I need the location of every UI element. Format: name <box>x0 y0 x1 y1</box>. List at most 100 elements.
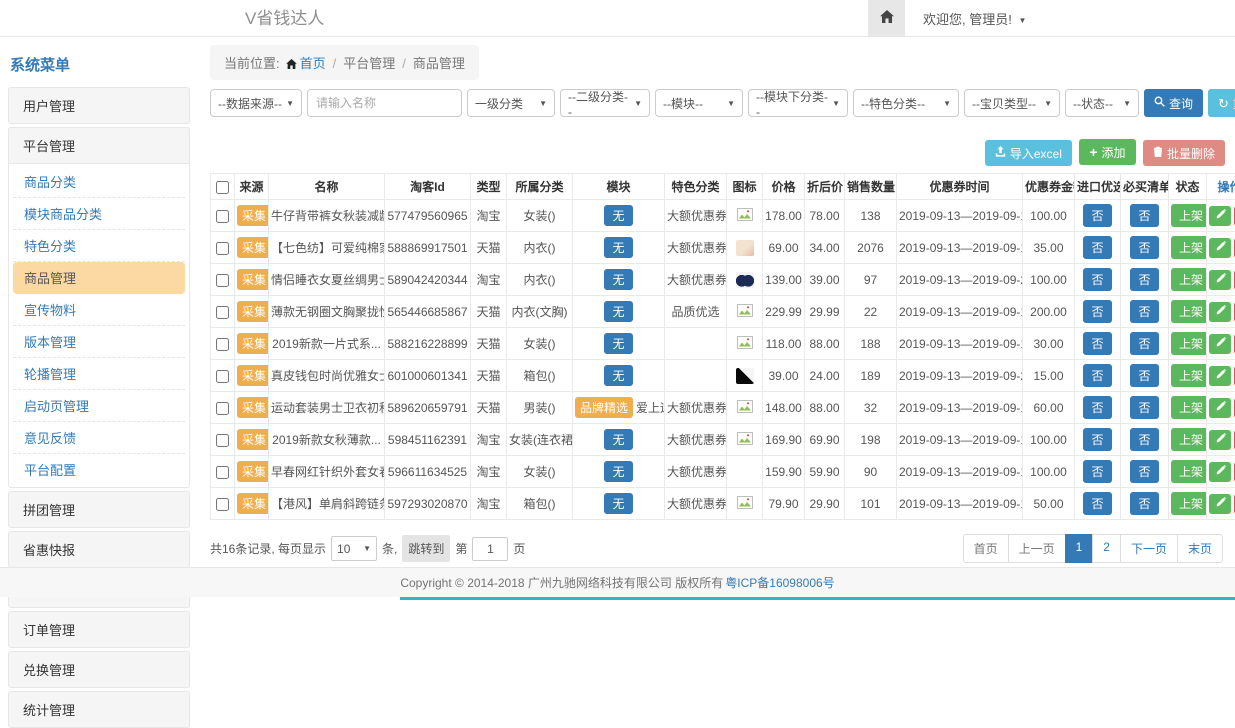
sidebar-item-splash-mgmt[interactable]: 启动页管理 <box>13 390 185 422</box>
must-buy-toggle[interactable]: 否 <box>1130 332 1158 355</box>
must-buy-toggle[interactable]: 否 <box>1130 428 1158 451</box>
status-toggle[interactable]: 上架 <box>1171 364 1207 387</box>
status-toggle[interactable]: 上架 <box>1171 428 1207 451</box>
edit-button[interactable] <box>1209 398 1231 418</box>
import-select-toggle[interactable]: 否 <box>1083 332 1111 355</box>
row-checkbox[interactable] <box>216 210 229 223</box>
import-select-toggle[interactable]: 否 <box>1083 364 1111 387</box>
sidebar-item-version-mgmt[interactable]: 版本管理 <box>13 326 185 358</box>
row-checkbox[interactable] <box>216 370 229 383</box>
row-checkbox[interactable] <box>216 274 229 287</box>
edit-button[interactable] <box>1209 366 1231 386</box>
module-badge: 无 <box>604 493 632 514</box>
page-button-page-2[interactable]: 2 <box>1092 534 1121 563</box>
sidebar-item-goods-mgmt[interactable]: 商品管理 <box>13 262 185 294</box>
sidebar-item-exchange-mgmt[interactable]: 兑换管理 <box>8 651 190 688</box>
icp-link[interactable]: 粤ICP备16098006号 <box>725 574 834 591</box>
page-button-first[interactable]: 首页 <box>963 534 1009 563</box>
sidebar-item-platform-mgmt[interactable]: 平台管理 <box>8 127 190 164</box>
reset-button[interactable]: ↻ 重置 <box>1208 89 1235 117</box>
status-toggle[interactable]: 上架 <box>1171 396 1207 419</box>
sidebar-item-stats-mgmt[interactable]: 统计管理 <box>8 691 190 728</box>
edit-button[interactable] <box>1209 206 1231 226</box>
edit-button[interactable] <box>1209 238 1231 258</box>
chevron-down-icon: ▼ <box>943 99 951 108</box>
sidebar-item-group-buy-mgmt[interactable]: 拼团管理 <box>8 491 190 528</box>
row-checkbox[interactable] <box>216 242 229 255</box>
edit-button[interactable] <box>1209 302 1231 322</box>
module-filter[interactable]: --模块--▼ <box>655 89 743 117</box>
data-source-filter[interactable]: --数据来源--▼ <box>210 89 302 117</box>
icon-cell <box>727 488 763 520</box>
must-buy-toggle[interactable]: 否 <box>1130 492 1158 515</box>
name-keyword-input[interactable] <box>307 89 462 117</box>
sidebar-item-module-goods-category[interactable]: 模块商品分类 <box>13 198 185 230</box>
source-cell: 采集 <box>235 328 269 360</box>
import-select-toggle[interactable]: 否 <box>1083 396 1111 419</box>
status-toggle[interactable]: 上架 <box>1171 268 1207 291</box>
import-select-toggle[interactable]: 否 <box>1083 428 1111 451</box>
edit-button[interactable] <box>1209 494 1231 514</box>
import-select-toggle[interactable]: 否 <box>1083 300 1111 323</box>
page-button-prev[interactable]: 上一页 <box>1008 534 1066 563</box>
sidebar-item-promo-materials[interactable]: 宣传物料 <box>13 294 185 326</box>
level2-category-filter[interactable]: --二级分类--▼ <box>560 89 650 117</box>
edit-button[interactable] <box>1209 270 1231 290</box>
status-toggle[interactable]: 上架 <box>1171 204 1207 227</box>
row-checkbox[interactable] <box>216 466 229 479</box>
user-menu[interactable]: 欢迎您, 管理员! ▼ <box>923 9 1026 28</box>
module-subcategory-filter[interactable]: --模块下分类--▼ <box>748 89 848 117</box>
import-select-toggle[interactable]: 否 <box>1083 492 1111 515</box>
sidebar-item-carousel-mgmt[interactable]: 轮播管理 <box>13 358 185 390</box>
edit-button[interactable] <box>1209 462 1231 482</box>
status-toggle[interactable]: 上架 <box>1171 492 1207 515</box>
edit-button[interactable] <box>1209 430 1231 450</box>
sidebar-item-feature-category[interactable]: 特色分类 <box>13 230 185 262</box>
import-excel-button[interactable]: 导入excel <box>985 140 1072 166</box>
search-button[interactable]: 查询 <box>1144 89 1203 117</box>
sidebar-item-feedback[interactable]: 意见反馈 <box>13 422 185 454</box>
row-checkbox[interactable] <box>216 434 229 447</box>
jump-button[interactable]: 跳转到 <box>402 535 450 562</box>
must-buy-toggle[interactable]: 否 <box>1130 364 1158 387</box>
breadcrumb-home-link[interactable]: 首页 <box>300 56 326 71</box>
level1-category-filter[interactable]: 一级分类▼ <box>467 89 555 117</box>
status-toggle[interactable]: 上架 <box>1171 236 1207 259</box>
import-select-toggle[interactable]: 否 <box>1083 268 1111 291</box>
row-checkbox[interactable] <box>216 498 229 511</box>
item-type-filter[interactable]: --宝贝类型--▼ <box>964 89 1060 117</box>
status-toggle[interactable]: 上架 <box>1171 332 1207 355</box>
select-all-checkbox[interactable] <box>216 181 229 194</box>
must-buy-toggle[interactable]: 否 <box>1130 268 1158 291</box>
sidebar-item-platform-config[interactable]: 平台配置 <box>13 454 185 485</box>
import-select-toggle[interactable]: 否 <box>1083 236 1111 259</box>
edit-button[interactable] <box>1209 334 1231 354</box>
must-buy-toggle[interactable]: 否 <box>1130 460 1158 483</box>
row-checkbox[interactable] <box>216 338 229 351</box>
must-buy-toggle[interactable]: 否 <box>1130 396 1158 419</box>
must-buy-toggle[interactable]: 否 <box>1130 300 1158 323</box>
sidebar-item-goods-category[interactable]: 商品分类 <box>13 166 185 198</box>
import-select-toggle[interactable]: 否 <box>1083 460 1111 483</box>
sidebar-item-user-mgmt[interactable]: 用户管理 <box>8 87 190 124</box>
batch-delete-button[interactable]: 批量删除 <box>1143 140 1225 166</box>
must-buy-toggle[interactable]: 否 <box>1130 204 1158 227</box>
row-checkbox[interactable] <box>216 306 229 319</box>
status-toggle[interactable]: 上架 <box>1171 300 1207 323</box>
column-header-6: 特色分类 <box>665 174 727 200</box>
status-toggle[interactable]: 上架 <box>1171 460 1207 483</box>
feature-category-filter[interactable]: --特色分类--▼ <box>853 89 959 117</box>
sidebar-item-order-mgmt[interactable]: 订单管理 <box>8 611 190 648</box>
page-size-select[interactable]: 10 ▼ <box>331 536 377 561</box>
import-select-toggle[interactable]: 否 <box>1083 204 1111 227</box>
home-button[interactable] <box>868 0 905 37</box>
page-button-next[interactable]: 下一页 <box>1120 534 1178 563</box>
jump-page-input[interactable] <box>472 537 508 561</box>
sidebar-item-discount-news[interactable]: 省惠快报 <box>8 531 190 568</box>
page-button-last[interactable]: 末页 <box>1177 534 1223 563</box>
must-buy-toggle[interactable]: 否 <box>1130 236 1158 259</box>
page-button-page-1[interactable]: 1 <box>1065 534 1094 563</box>
status-filter[interactable]: --状态--▼ <box>1065 89 1139 117</box>
row-checkbox[interactable] <box>216 402 229 415</box>
add-button[interactable]: + 添加 <box>1079 139 1135 165</box>
